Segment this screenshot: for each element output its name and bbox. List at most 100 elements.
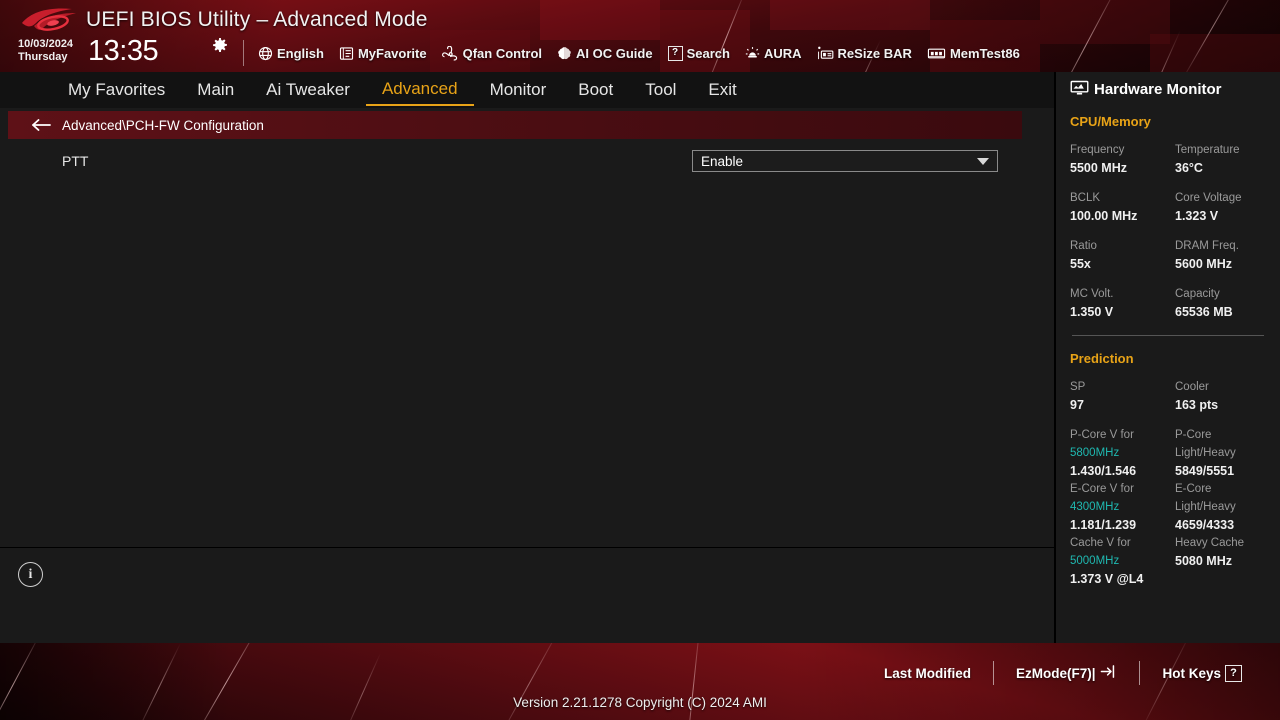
brain-icon <box>557 46 572 61</box>
hardware-monitor-title: Hardware Monitor <box>1070 80 1266 99</box>
ai-oc-guide-button[interactable]: AI OC Guide <box>557 46 653 61</box>
app-title: UEFI BIOS Utility – Advanced Mode <box>86 8 428 31</box>
content-panel: Advanced\PCH-FW Configuration PTT Enable… <box>0 108 1054 643</box>
hot-keys-button[interactable]: Hot Keys ? <box>1140 664 1264 682</box>
hwm-prediction-grid: SP Cooler 97 163 pts P-Core V for P-Core… <box>1070 378 1266 588</box>
breadcrumb-path: Advanced\PCH-FW Configuration <box>62 117 264 133</box>
hwm-key: Core Voltage <box>1175 192 1242 204</box>
hwm-value: 1.323 V <box>1175 209 1219 223</box>
hwm-value: 1.350 V <box>1070 305 1114 319</box>
ezmode-button[interactable]: EzMode(F7)| <box>994 664 1140 682</box>
hwm-key-accent: 4300MHz <box>1070 501 1120 513</box>
language-button[interactable]: English <box>258 46 324 61</box>
setting-label-ptt: PTT <box>62 153 89 169</box>
hwm-value: 5849/5551 <box>1175 464 1235 478</box>
breadcrumb: Advanced\PCH-FW Configuration <box>8 111 1022 139</box>
language-label: English <box>277 45 324 61</box>
qfan-control-label: Qfan Control <box>462 45 543 61</box>
hwm-value: 65536 MB <box>1175 305 1233 319</box>
ptt-dropdown-value: Enable <box>701 153 744 169</box>
bios-screen: UEFI BIOS Utility – Advanced Mode 10/03/… <box>0 0 1280 720</box>
hwm-value: 97 <box>1070 398 1084 412</box>
hwm-divider <box>1072 335 1264 336</box>
aura-button[interactable]: AURA <box>745 46 802 61</box>
hwm-key-accent: 5800MHz <box>1070 447 1120 459</box>
search-button[interactable]: ? Search <box>667 45 730 61</box>
hwm-value: 5600 MHz <box>1175 257 1232 271</box>
star-list-icon <box>339 46 354 61</box>
hwm-key: E-Core V for <box>1070 483 1134 495</box>
tab-tool[interactable]: Tool <box>629 75 692 105</box>
hwm-key: DRAM Freq. <box>1175 240 1239 252</box>
current-weekday: Thursday <box>18 51 68 63</box>
memtest86-label: MemTest86 <box>949 45 1020 61</box>
hwm-value: 5500 MHz <box>1070 161 1127 175</box>
hwm-value: 36°C <box>1175 161 1203 175</box>
hwm-key-accent: 5000MHz <box>1070 555 1120 567</box>
gear-icon[interactable] <box>212 38 228 54</box>
tab-advanced[interactable]: Advanced <box>365 74 474 106</box>
hwm-section-cpu-memory: CPU/Memory <box>1070 114 1151 129</box>
hwm-key: SP <box>1070 381 1086 393</box>
myfavorite-button[interactable]: MyFavorite <box>339 46 427 61</box>
resize-bar-label: ReSize BAR <box>837 45 912 61</box>
info-icon[interactable]: i <box>18 562 43 587</box>
hwm-key: E-Core <box>1175 483 1212 495</box>
last-modified-button[interactable]: Last Modified <box>862 666 993 681</box>
hwm-cpu-memory-grid: Frequency Temperature 5500 MHz 36°C BCLK… <box>1070 141 1266 321</box>
tab-boot[interactable]: Boot <box>562 75 629 105</box>
tab-my-favorites[interactable]: My Favorites <box>52 75 181 105</box>
bios-version: Version 2.21.1278 Copyright (C) 2024 AMI <box>513 695 767 710</box>
tab-ai-tweaker[interactable]: Ai Tweaker <box>250 75 366 105</box>
memtest-icon <box>927 46 946 61</box>
current-date: 10/03/2024 <box>18 38 74 50</box>
hardware-monitor-label: Hardware Monitor <box>1094 81 1222 98</box>
question-box-icon: ? <box>1225 664 1242 682</box>
back-arrow-icon[interactable] <box>30 118 52 132</box>
footer-bar: Last Modified EzMode(F7)| Hot Keys ? Ver… <box>0 643 1280 720</box>
hwm-key: MC Volt. <box>1070 288 1114 300</box>
settings-list: PTT Enable <box>0 148 1022 174</box>
qfan-control-button[interactable]: Qfan Control <box>441 45 543 61</box>
header-bar: UEFI BIOS Utility – Advanced Mode 10/03/… <box>0 0 1280 72</box>
setting-control-ptt: Enable <box>692 150 998 172</box>
hwm-key: Heavy Cache <box>1175 537 1245 549</box>
hwm-key: Temperature <box>1175 144 1240 156</box>
header-divider <box>243 40 244 66</box>
tab-monitor[interactable]: Monitor <box>474 75 563 105</box>
hwm-key: Light/Heavy <box>1175 501 1236 513</box>
hwm-value: 1.430/1.546 <box>1070 464 1137 478</box>
resize-bar-button[interactable]: ReSize BAR <box>817 46 912 61</box>
globe-icon <box>258 46 273 61</box>
hwm-value: 1.373 V @L4 <box>1070 572 1144 586</box>
hwm-key: Capacity <box>1175 288 1220 300</box>
ai-oc-guide-label: AI OC Guide <box>576 45 653 61</box>
current-time: 13:35 <box>88 35 159 67</box>
hwm-key: BCLK <box>1070 192 1101 204</box>
hardware-monitor-panel: Hardware Monitor CPU/Memory Frequency Te… <box>1054 72 1280 643</box>
hwm-key: Ratio <box>1070 240 1097 252</box>
monitor-icon <box>1070 80 1089 99</box>
arrow-into-bracket-icon <box>1099 664 1117 682</box>
ptt-dropdown[interactable]: Enable <box>692 150 998 172</box>
hwm-section-prediction: Prediction <box>1070 351 1134 366</box>
footer-actions: Last Modified EzMode(F7)| Hot Keys ? <box>862 661 1264 685</box>
hwm-key: Cooler <box>1175 381 1209 393</box>
resize-bar-icon <box>817 46 834 61</box>
hwm-key: Cache V for <box>1070 537 1131 549</box>
lamp-icon <box>745 46 760 61</box>
content-divider <box>0 547 1054 548</box>
tab-main[interactable]: Main <box>181 75 250 105</box>
memtest86-button[interactable]: MemTest86 <box>927 46 1020 61</box>
chevron-down-icon <box>977 157 989 165</box>
aura-label: AURA <box>763 45 802 61</box>
hwm-value: 5080 MHz <box>1175 554 1232 568</box>
fan-icon <box>441 45 459 61</box>
question-box-icon: ? <box>667 45 683 61</box>
tab-exit[interactable]: Exit <box>692 75 752 105</box>
hwm-value: 55x <box>1070 257 1091 271</box>
search-label: Search <box>686 45 730 61</box>
hwm-value: 4659/4333 <box>1175 518 1235 532</box>
hwm-key: Frequency <box>1070 144 1125 156</box>
hwm-value: 163 pts <box>1175 398 1219 412</box>
